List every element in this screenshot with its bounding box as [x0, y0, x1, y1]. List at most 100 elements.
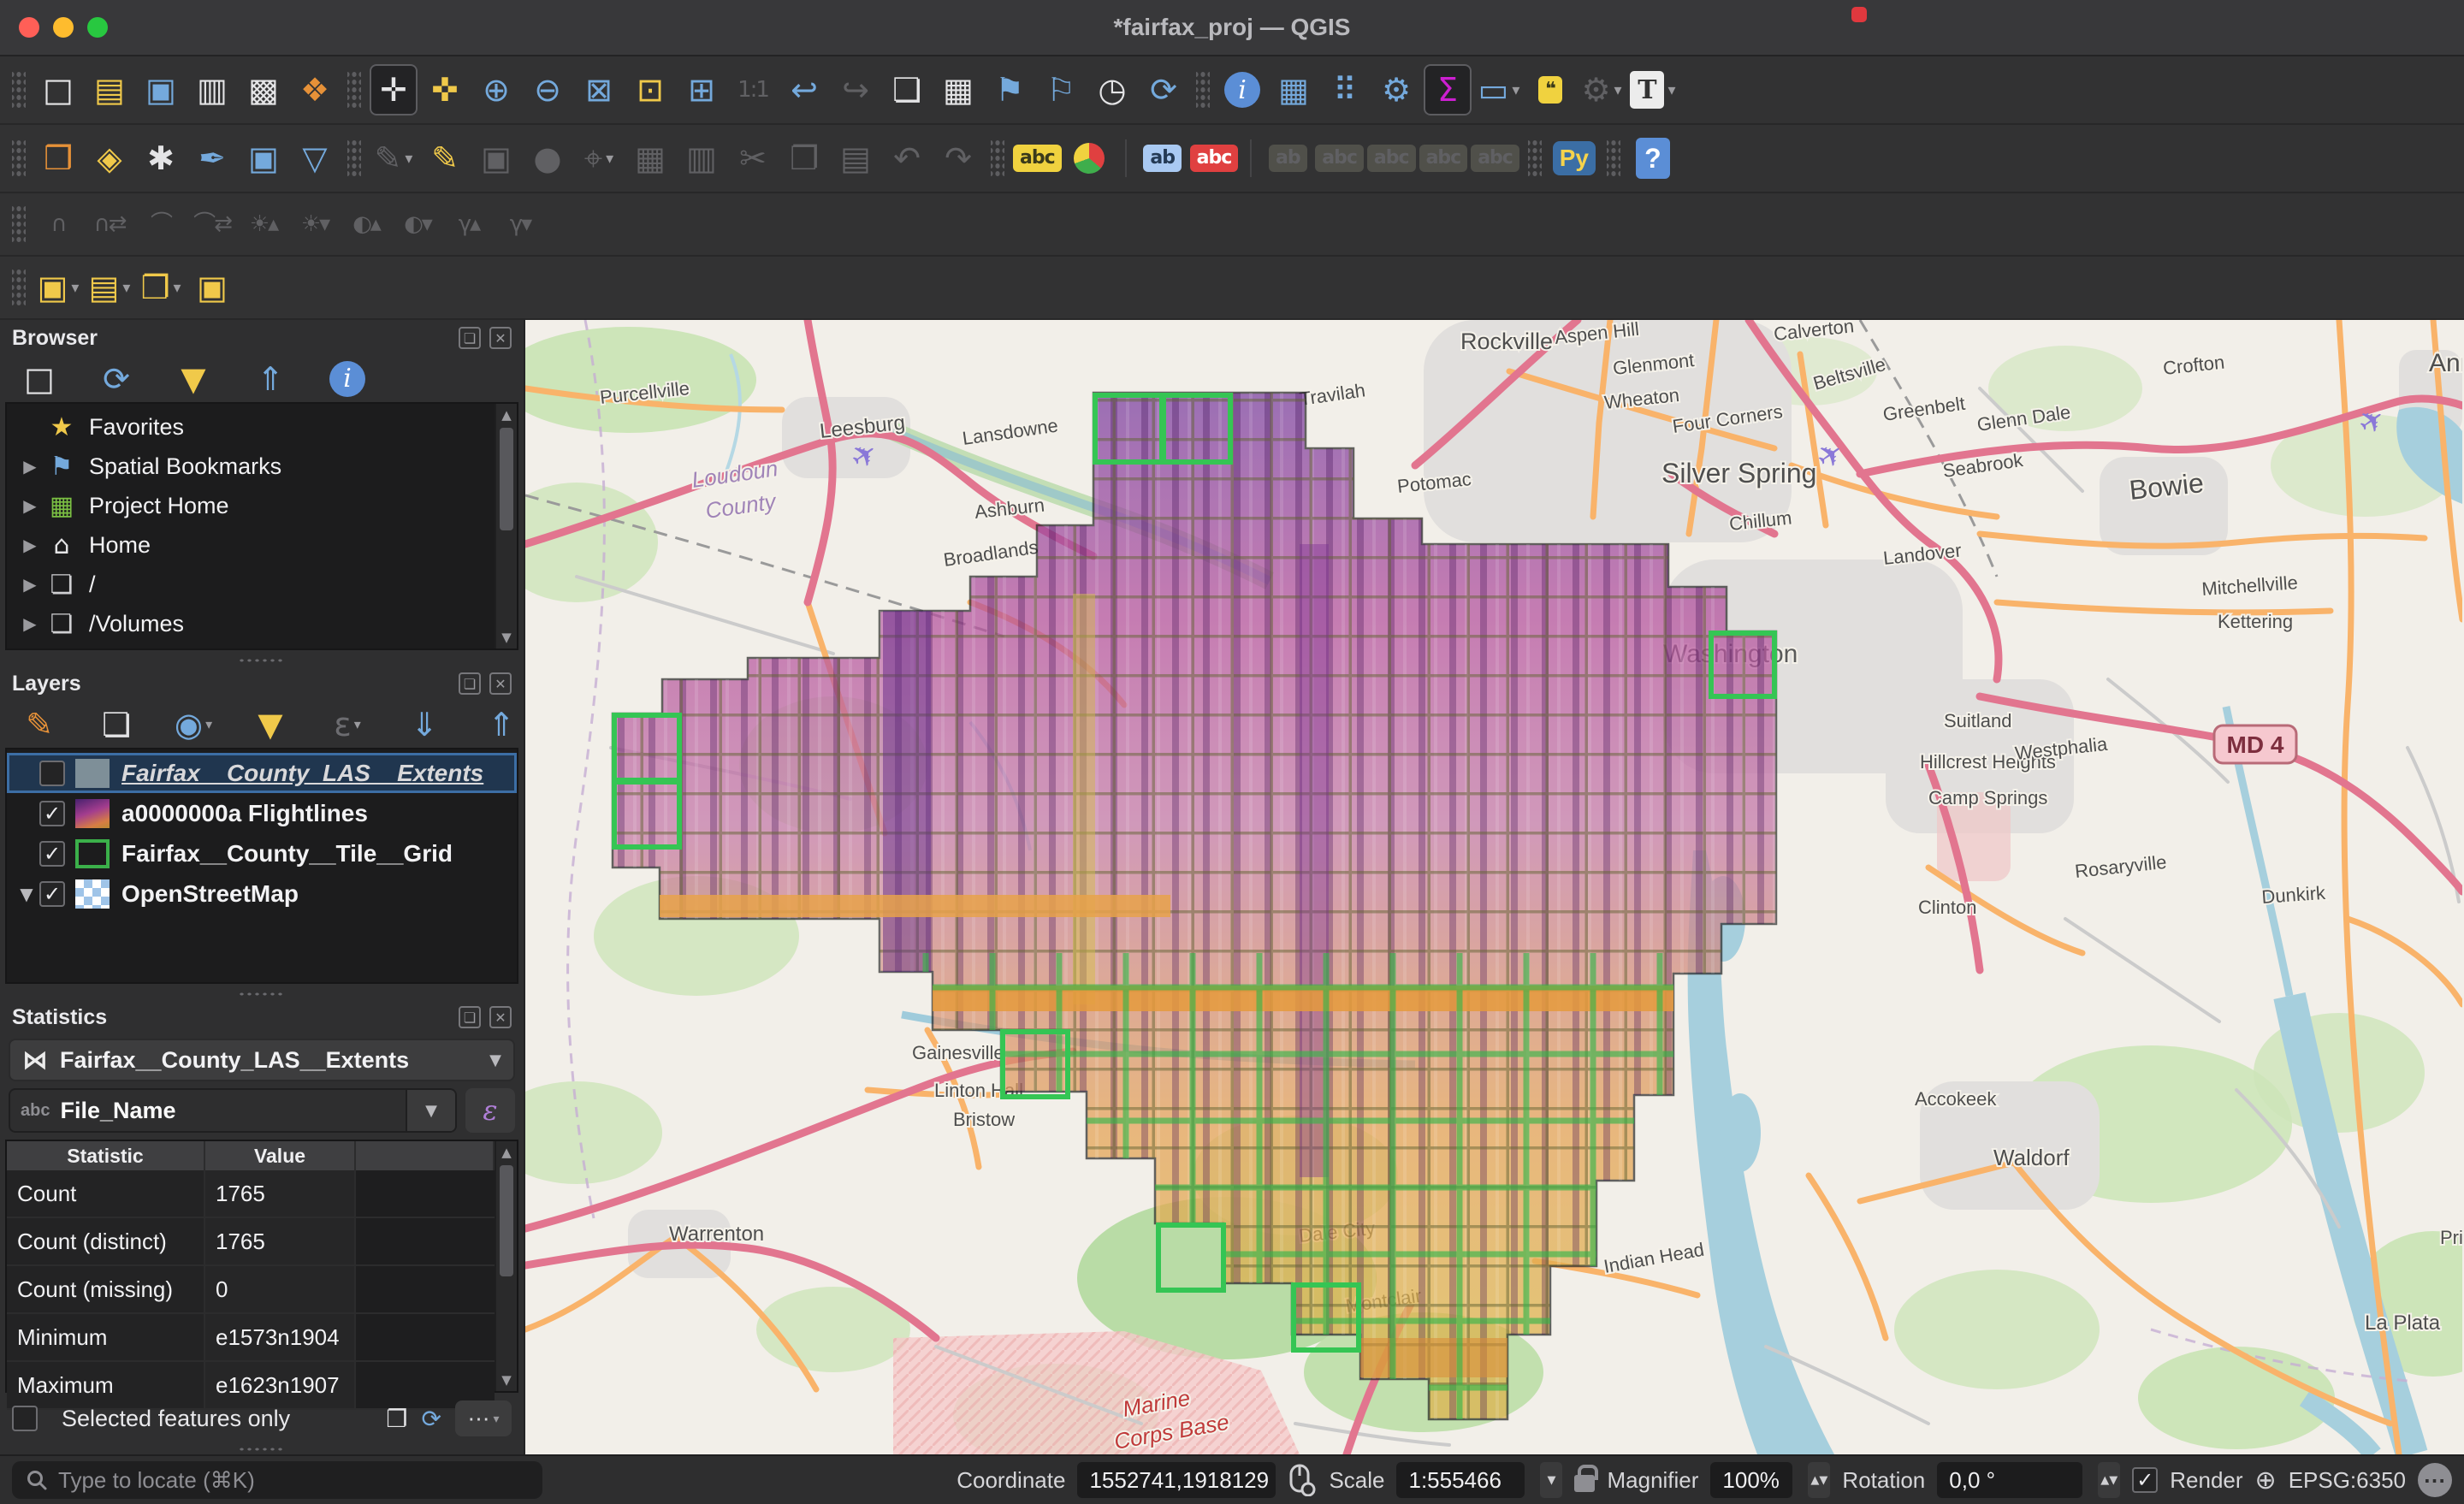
expression-builder-button[interactable]: ε: [465, 1088, 515, 1133]
scale-dropdown[interactable]: ▼: [1540, 1462, 1562, 1498]
layer-diagram-options-button[interactable]: [1065, 133, 1113, 184]
new-print-layout-button[interactable]: ▥: [188, 64, 236, 115]
map-tips-button[interactable]: ❝: [1526, 64, 1574, 115]
rotation-stepper[interactable]: ▲▼: [2098, 1462, 2120, 1498]
selected-features-only-checkbox[interactable]: [12, 1406, 38, 1431]
toolbar-grip[interactable]: [12, 205, 26, 243]
pan-to-selection-button[interactable]: ✜: [421, 64, 469, 115]
statistical-summary-button[interactable]: ⠿: [1321, 64, 1369, 115]
layer-item-fairfax-county-tile-grid[interactable]: ✓Fairfax__County__Tile__Grid: [7, 833, 517, 873]
magnifier-stepper[interactable]: ▲▼: [1808, 1462, 1830, 1498]
browser-collapse-all-button[interactable]: ⇑: [246, 353, 294, 405]
data-source-manager-button[interactable]: ❒: [34, 133, 82, 184]
layer-visibility-checkbox[interactable]: [39, 761, 65, 786]
layer-visibility-checkbox[interactable]: ✓: [39, 801, 65, 826]
processing-toolbox-button[interactable]: ⚙: [1372, 64, 1420, 115]
filter-by-expression-button[interactable]: ε▾: [323, 699, 371, 750]
browser-item-spatial-bookmarks[interactable]: ▶⚑Spatial Bookmarks: [7, 447, 495, 486]
new-map-view-button[interactable]: ❏: [883, 64, 931, 115]
panel-splitter[interactable]: [0, 989, 524, 999]
crs-indicator[interactable]: EPSG:6350: [2289, 1467, 2406, 1494]
expander-icon[interactable]: ▶: [15, 574, 44, 595]
add-group-button[interactable]: ❏: [92, 699, 140, 750]
expander-icon[interactable]: ▶: [15, 535, 44, 555]
statistics-options-button[interactable]: ⋯▾: [455, 1400, 512, 1436]
layer-visibility-checkbox[interactable]: ✓: [39, 841, 65, 867]
toolbar-grip[interactable]: [1528, 139, 1542, 177]
layer-visibility-checkbox[interactable]: ✓: [39, 881, 65, 907]
expand-all-button[interactable]: ⇓: [400, 699, 448, 750]
new-virtual-layer-button[interactable]: ▽: [291, 133, 339, 184]
toolbar-grip[interactable]: [347, 71, 361, 109]
statistics-panel-button[interactable]: Σ: [1424, 64, 1472, 115]
panel-splitter[interactable]: [0, 655, 524, 666]
new-geopackage-layer-button[interactable]: ▣: [240, 133, 287, 184]
zoom-to-selection-button[interactable]: ⊡: [626, 64, 674, 115]
layer-labeling-options-button[interactable]: abc: [1013, 133, 1062, 184]
toolbar-grip[interactable]: [12, 71, 26, 109]
statistics-field-select[interactable]: abc File_Name ▼: [9, 1088, 457, 1133]
measure-button[interactable]: ▭▾: [1475, 64, 1523, 115]
layer-item-openstreetmap[interactable]: ▼✓OpenStreetMap: [7, 873, 517, 914]
text-annotation-button[interactable]: T▾: [1629, 64, 1677, 115]
new-shapefile-layer-button[interactable]: ✱: [137, 133, 185, 184]
zoom-full-button[interactable]: ⊠: [575, 64, 623, 115]
style-manager-button[interactable]: ❖: [291, 64, 339, 115]
lock-scale-icon[interactable]: [1574, 1475, 1595, 1492]
deselect-features-button[interactable]: ❐▾: [137, 262, 185, 313]
expander-icon[interactable]: ▼: [14, 884, 39, 904]
browser-item--volumes[interactable]: ▶❏/Volumes: [7, 604, 495, 643]
open-project-button[interactable]: ▤: [86, 64, 133, 115]
help-button[interactable]: ?: [1629, 133, 1677, 184]
zoom-to-layer-button[interactable]: ⊞: [678, 64, 726, 115]
browser-item--[interactable]: ▶❏/: [7, 565, 495, 604]
save-project-button[interactable]: ▣: [137, 64, 185, 115]
layer-styling-button[interactable]: ✎: [15, 699, 63, 750]
temporal-controller-button[interactable]: ◷: [1088, 64, 1136, 115]
chevron-down-icon[interactable]: ▼: [406, 1090, 455, 1131]
refresh-statistics-icon[interactable]: ⟳: [422, 1405, 441, 1433]
rotation-input[interactable]: 0,0 °: [1937, 1462, 2082, 1498]
select-features-button[interactable]: ▣▾: [34, 262, 82, 313]
mouse-position-icon[interactable]: [1288, 1464, 1317, 1496]
browser-item-home[interactable]: ▶⌂Home: [7, 525, 495, 565]
python-console-button[interactable]: Py: [1550, 133, 1598, 184]
expander-icon[interactable]: ▶: [15, 456, 44, 477]
zoom-out-button[interactable]: ⊖: [524, 64, 572, 115]
messages-button[interactable]: ⋯: [2418, 1463, 2452, 1497]
zoom-in-button[interactable]: ⊕: [472, 64, 520, 115]
select-by-value-button[interactable]: ▤▾: [86, 262, 133, 313]
browser-scrollbar[interactable]: ▲▼: [495, 404, 517, 648]
refresh-map-button[interactable]: ⟳: [1140, 64, 1188, 115]
coordinate-input[interactable]: 1552741,1918129: [1077, 1462, 1276, 1498]
new-spatial-bookmark-button[interactable]: ⚑: [986, 64, 1034, 115]
statistics-float-button[interactable]: ❏: [459, 1006, 481, 1028]
magnifier-input[interactable]: 100%: [1710, 1462, 1792, 1498]
copy-statistics-icon[interactable]: ❐: [386, 1405, 407, 1433]
identify-features-button[interactable]: i: [1218, 64, 1266, 115]
toolbar-grip[interactable]: [12, 139, 26, 177]
collapse-all-button[interactable]: ⇑: [477, 699, 525, 750]
browser-refresh-button[interactable]: ⟳: [92, 353, 140, 405]
show-layout-manager-button[interactable]: ▩: [240, 64, 287, 115]
layer-item-fairfax-county-las-extents[interactable]: Fairfax__County_LAS__Extents: [7, 753, 517, 793]
map-canvas[interactable]: RockvilleAspen HillCalvertonAnnapolisGle…: [525, 320, 2464, 1454]
toolbar-grip[interactable]: [347, 139, 361, 177]
browser-properties-button[interactable]: i: [323, 353, 371, 405]
browser-filter-button[interactable]: ▼: [169, 353, 217, 405]
statistics-scrollbar[interactable]: ▲▼: [495, 1141, 517, 1391]
statistics-close-button[interactable]: ✕: [489, 1006, 512, 1028]
filter-legend-button[interactable]: ▼: [246, 699, 294, 750]
toggle-editing-button[interactable]: ✎: [421, 133, 469, 184]
browser-float-button[interactable]: ❏: [459, 327, 481, 349]
layers-close-button[interactable]: ✕: [489, 672, 512, 695]
locate-input[interactable]: Type to locate (⌘K): [12, 1461, 542, 1499]
expander-icon[interactable]: ▶: [15, 613, 44, 634]
scale-input[interactable]: 1:555466: [1396, 1462, 1525, 1498]
open-attribute-table-button[interactable]: ▦: [1270, 64, 1318, 115]
add-vector-layer-button[interactable]: ◈: [86, 133, 133, 184]
toolbar-grip[interactable]: [1607, 139, 1620, 177]
browser-item-geopackage[interactable]: ◈GeoPackage: [7, 643, 495, 648]
browser-item-favorites[interactable]: ★Favorites: [7, 407, 495, 447]
browser-add-layer-button[interactable]: □: [15, 353, 63, 405]
